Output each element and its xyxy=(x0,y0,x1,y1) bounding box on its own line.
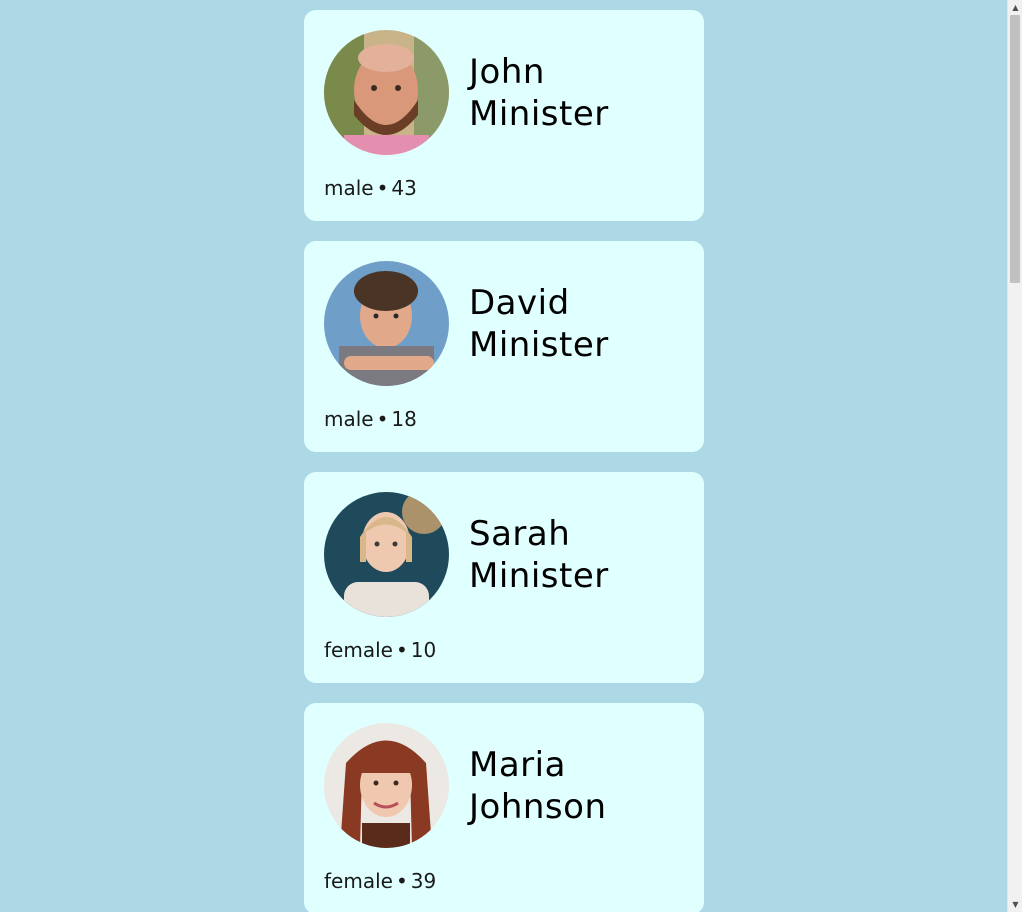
card-header: Sarah Minister xyxy=(324,492,684,617)
card-header: Maria Johnson xyxy=(324,723,684,848)
person-card: Sarah Minister female • 10 xyxy=(304,472,704,683)
first-name: David xyxy=(469,282,570,323)
gender: female xyxy=(324,638,393,662)
last-name: Johnson xyxy=(469,786,607,827)
person-card: John Minister male • 43 xyxy=(304,10,704,221)
avatar-photo xyxy=(324,261,449,386)
avatar xyxy=(324,30,449,155)
avatar-photo xyxy=(324,30,449,155)
card-header: John Minister xyxy=(324,30,684,155)
gender: female xyxy=(324,869,393,893)
first-name: Maria xyxy=(469,744,566,785)
scrollbar-thumb[interactable] xyxy=(1010,15,1020,283)
avatar-photo xyxy=(324,492,449,617)
age: 18 xyxy=(391,407,417,431)
card-header: David Minister xyxy=(324,261,684,386)
person-details: female • 39 xyxy=(324,867,684,895)
person-card: Maria Johnson female • 39 xyxy=(304,703,704,912)
separator: • xyxy=(376,176,389,200)
person-name: John Minister xyxy=(469,51,609,135)
person-name: Maria Johnson xyxy=(469,744,607,828)
last-name: Minister xyxy=(469,324,609,365)
people-card-list: John Minister male • 43 David Minister m… xyxy=(304,10,704,912)
avatar xyxy=(324,492,449,617)
page: John Minister male • 43 David Minister m… xyxy=(0,0,1007,912)
scroll-down-arrow-icon[interactable]: ▼ xyxy=(1008,897,1022,912)
last-name: Minister xyxy=(469,93,609,134)
person-name: David Minister xyxy=(469,282,609,366)
first-name: John xyxy=(469,51,545,92)
person-details: female • 10 xyxy=(324,636,684,664)
age: 39 xyxy=(410,869,437,893)
person-details: male • 18 xyxy=(324,405,684,433)
person-card: David Minister male • 18 xyxy=(304,241,704,452)
vertical-scrollbar[interactable]: ▲ ▼ xyxy=(1007,0,1022,912)
age: 10 xyxy=(410,638,437,662)
separator: • xyxy=(376,407,389,431)
first-name: Sarah xyxy=(469,513,571,554)
gender: male xyxy=(324,176,374,200)
separator: • xyxy=(395,638,408,662)
person-details: male • 43 xyxy=(324,174,684,202)
gender: male xyxy=(324,407,374,431)
scroll-up-arrow-icon[interactable]: ▲ xyxy=(1008,0,1022,15)
person-name: Sarah Minister xyxy=(469,513,609,597)
avatar-photo xyxy=(324,723,449,848)
age: 43 xyxy=(391,176,417,200)
separator: • xyxy=(395,869,408,893)
avatar xyxy=(324,261,449,386)
avatar xyxy=(324,723,449,848)
last-name: Minister xyxy=(469,555,609,596)
